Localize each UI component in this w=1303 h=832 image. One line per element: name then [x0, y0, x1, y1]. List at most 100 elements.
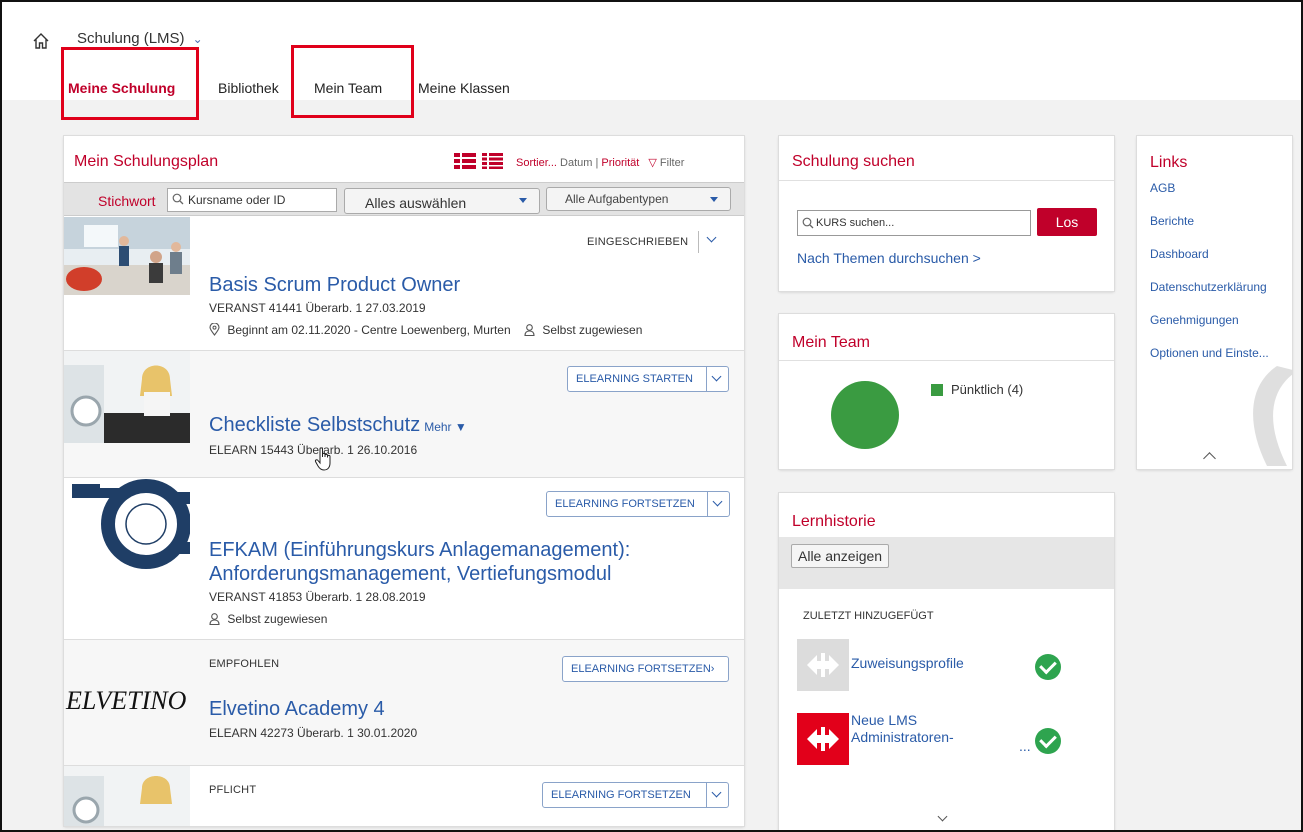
training-plan-card: Mein Schulungsplan Sortier... Datum | Pr…	[64, 136, 744, 826]
elearning-start-button[interactable]: ELEARNING STARTEN	[567, 366, 729, 392]
link-berichte[interactable]: Berichte	[1150, 214, 1269, 247]
tab-meine-klassen[interactable]: Meine Klassen	[418, 80, 510, 96]
chevron-down-icon: ⌄	[192, 32, 203, 46]
history-toolbar: Alle anzeigen	[779, 537, 1114, 589]
highlight-box-meine-schulung	[61, 47, 199, 120]
pie-slice-puenktlich[interactable]	[831, 381, 899, 449]
ellipsis: ...	[1019, 738, 1031, 754]
course-meta: VERANST 41853 Überarb. 1 28.08.2019	[209, 590, 426, 604]
check-icon	[1035, 728, 1061, 754]
sort-datum[interactable]: Datum	[560, 157, 592, 169]
course-item: ELEARNING FORTSETZEN EFKAM (Einführungsk…	[64, 478, 744, 640]
person-icon	[524, 324, 535, 337]
history-item-link[interactable]: Zuweisungsprofile	[851, 655, 964, 672]
chevron-down-icon	[712, 496, 723, 507]
keyword-label: Stichwort	[98, 193, 156, 209]
elvetino-logo[interactable]: ELVETINO	[64, 676, 190, 726]
course-thumbnail-meeting[interactable]	[64, 217, 190, 295]
filter-bar: Stichwort Kursname oder ID Alles auswähl…	[64, 182, 744, 216]
sbb-watermark-icon	[1253, 366, 1292, 466]
highlight-box-mein-team	[291, 45, 414, 118]
sort-bar: Sortier... Datum | Priorität ▽ Filter	[516, 156, 684, 169]
status-label: EMPFOHLEN	[209, 658, 280, 670]
person-icon	[209, 613, 220, 626]
more-link[interactable]: Mehr ▼	[424, 420, 467, 434]
home-icon[interactable]	[32, 32, 50, 50]
course-meta: ELEARN 42273 Überarb. 1 30.01.2020	[209, 726, 418, 740]
app-title[interactable]: Schulung (LMS) ⌄	[77, 30, 203, 47]
learning-history-card: Lernhistorie Alle anzeigen ZULETZT HINZU…	[779, 493, 1114, 830]
list-view-icons[interactable]	[454, 153, 504, 169]
course-item: ELEARNING STARTEN Checkliste Selbstschut…	[64, 351, 744, 478]
course-search-field[interactable]: KURS suchen...	[797, 210, 1031, 236]
link-genehmigungen[interactable]: Genehmigungen	[1150, 313, 1269, 346]
search-training-card: Schulung suchen KURS suchen... Los Nach …	[779, 136, 1114, 291]
main-content: Mein Schulungsplan Sortier... Datum | Pr…	[2, 100, 1301, 830]
chevron-up-icon[interactable]	[1203, 452, 1216, 465]
check-icon	[1035, 654, 1061, 680]
status-label: PFLICHT	[209, 784, 257, 796]
course-item: EINGESCHRIEBEN Basis Scrum Product Owner…	[64, 217, 744, 351]
hand-cursor-icon	[314, 447, 331, 471]
course-meta: VERANST 41441 Überarb. 1 27.03.2019	[209, 301, 426, 315]
course-thumbnail-phone[interactable]	[64, 351, 190, 443]
dropdown-toggle[interactable]	[707, 492, 729, 516]
history-item-link[interactable]: Neue LMS Administratoren-	[851, 712, 954, 746]
course-title[interactable]: EFKAM (Einführungskurs Anlagemanagement)…	[209, 539, 630, 562]
go-button[interactable]: Los	[1037, 208, 1097, 236]
course-search-input[interactable]: Kursname oder ID	[167, 188, 337, 212]
tab-bibliothek[interactable]: Bibliothek	[218, 80, 279, 96]
link-datenschutz[interactable]: Datenschutzerklärung	[1150, 280, 1269, 313]
elearning-continue-button[interactable]: ELEARNING FORTSETZEN›	[562, 656, 729, 682]
dropdown-toggle[interactable]	[706, 783, 728, 807]
elearning-continue-button[interactable]: ELEARNING FORTSETZEN	[542, 782, 729, 808]
course-location-row: Beginnt am 02.11.2020 - Centre Loewenber…	[209, 322, 642, 337]
link-dashboard[interactable]: Dashboard	[1150, 247, 1269, 280]
my-team-title: Mein Team	[792, 334, 870, 351]
sbb-logo-icon	[797, 713, 849, 765]
sort-button[interactable]: Sortier...	[516, 157, 557, 169]
learning-history-title: Lernhistorie	[792, 513, 876, 530]
chevron-down-icon[interactable]	[937, 811, 948, 822]
search-training-title: Schulung suchen	[792, 153, 915, 170]
divider	[779, 180, 1114, 181]
sort-prioritaet[interactable]: Priorität	[601, 157, 639, 169]
status-label: EINGESCHRIEBEN	[587, 236, 689, 248]
course-thumbnail-phone[interactable]	[64, 766, 190, 826]
filter-icon[interactable]: ▽	[648, 157, 656, 169]
chevron-down-icon	[711, 787, 722, 798]
divider	[779, 360, 1114, 361]
browse-topics-link[interactable]: Nach Themen durchsuchen >	[797, 250, 981, 266]
dropdown-toggle[interactable]	[706, 367, 728, 391]
location-pin-icon	[209, 322, 220, 336]
recently-added-label: ZULETZT HINZUGEFÜGT	[803, 610, 934, 622]
legend-swatch	[931, 384, 943, 396]
caret-down-icon	[710, 197, 718, 202]
chevron-down-icon[interactable]	[706, 232, 717, 243]
links-title: Links	[1150, 154, 1188, 171]
course-item: PFLICHT ELEARNING FORTSETZEN	[64, 766, 744, 826]
course-item: ELVETINO EMPFOHLEN ELEARNING FORTSETZEN›…	[64, 640, 744, 766]
sbb-logo-icon	[797, 639, 849, 691]
training-plan-title: Mein Schulungsplan	[74, 153, 219, 170]
select-all-dropdown[interactable]: Alles auswählen	[344, 188, 540, 214]
task-type-dropdown[interactable]: Alle Aufgabentypen	[546, 187, 731, 211]
my-team-card: Mein Team Pünktlich (4)	[779, 314, 1114, 469]
legend-label: Pünktlich (4)	[951, 382, 1024, 397]
filter-button[interactable]: Filter	[660, 157, 684, 169]
course-thumbnail-cycle[interactable]	[64, 478, 190, 570]
elearning-continue-button[interactable]: ELEARNING FORTSETZEN	[546, 491, 730, 517]
divider	[698, 231, 699, 253]
chevron-right-icon: ›	[710, 663, 715, 675]
course-title[interactable]: Basis Scrum Product Owner	[209, 274, 460, 297]
course-title-line2[interactable]: Anforderungsmanagement, Vertiefungsmodul	[209, 563, 611, 586]
course-assigned-row: Selbst zugewiesen	[209, 612, 327, 626]
app-frame: Schulung (LMS) ⌄ Meine Schulung Bibliothe…	[0, 0, 1303, 832]
course-title[interactable]: Checkliste Selbstschutz Mehr ▼	[209, 414, 467, 437]
links-card: Links AGB Berichte Dashboard Datenschutz…	[1137, 136, 1292, 469]
show-all-button[interactable]: Alle anzeigen	[791, 544, 890, 568]
caret-down-icon	[519, 198, 527, 203]
links-list: AGB Berichte Dashboard Datenschutzerklär…	[1150, 181, 1269, 379]
link-agb[interactable]: AGB	[1150, 181, 1269, 214]
course-title[interactable]: Elvetino Academy 4	[209, 698, 385, 721]
